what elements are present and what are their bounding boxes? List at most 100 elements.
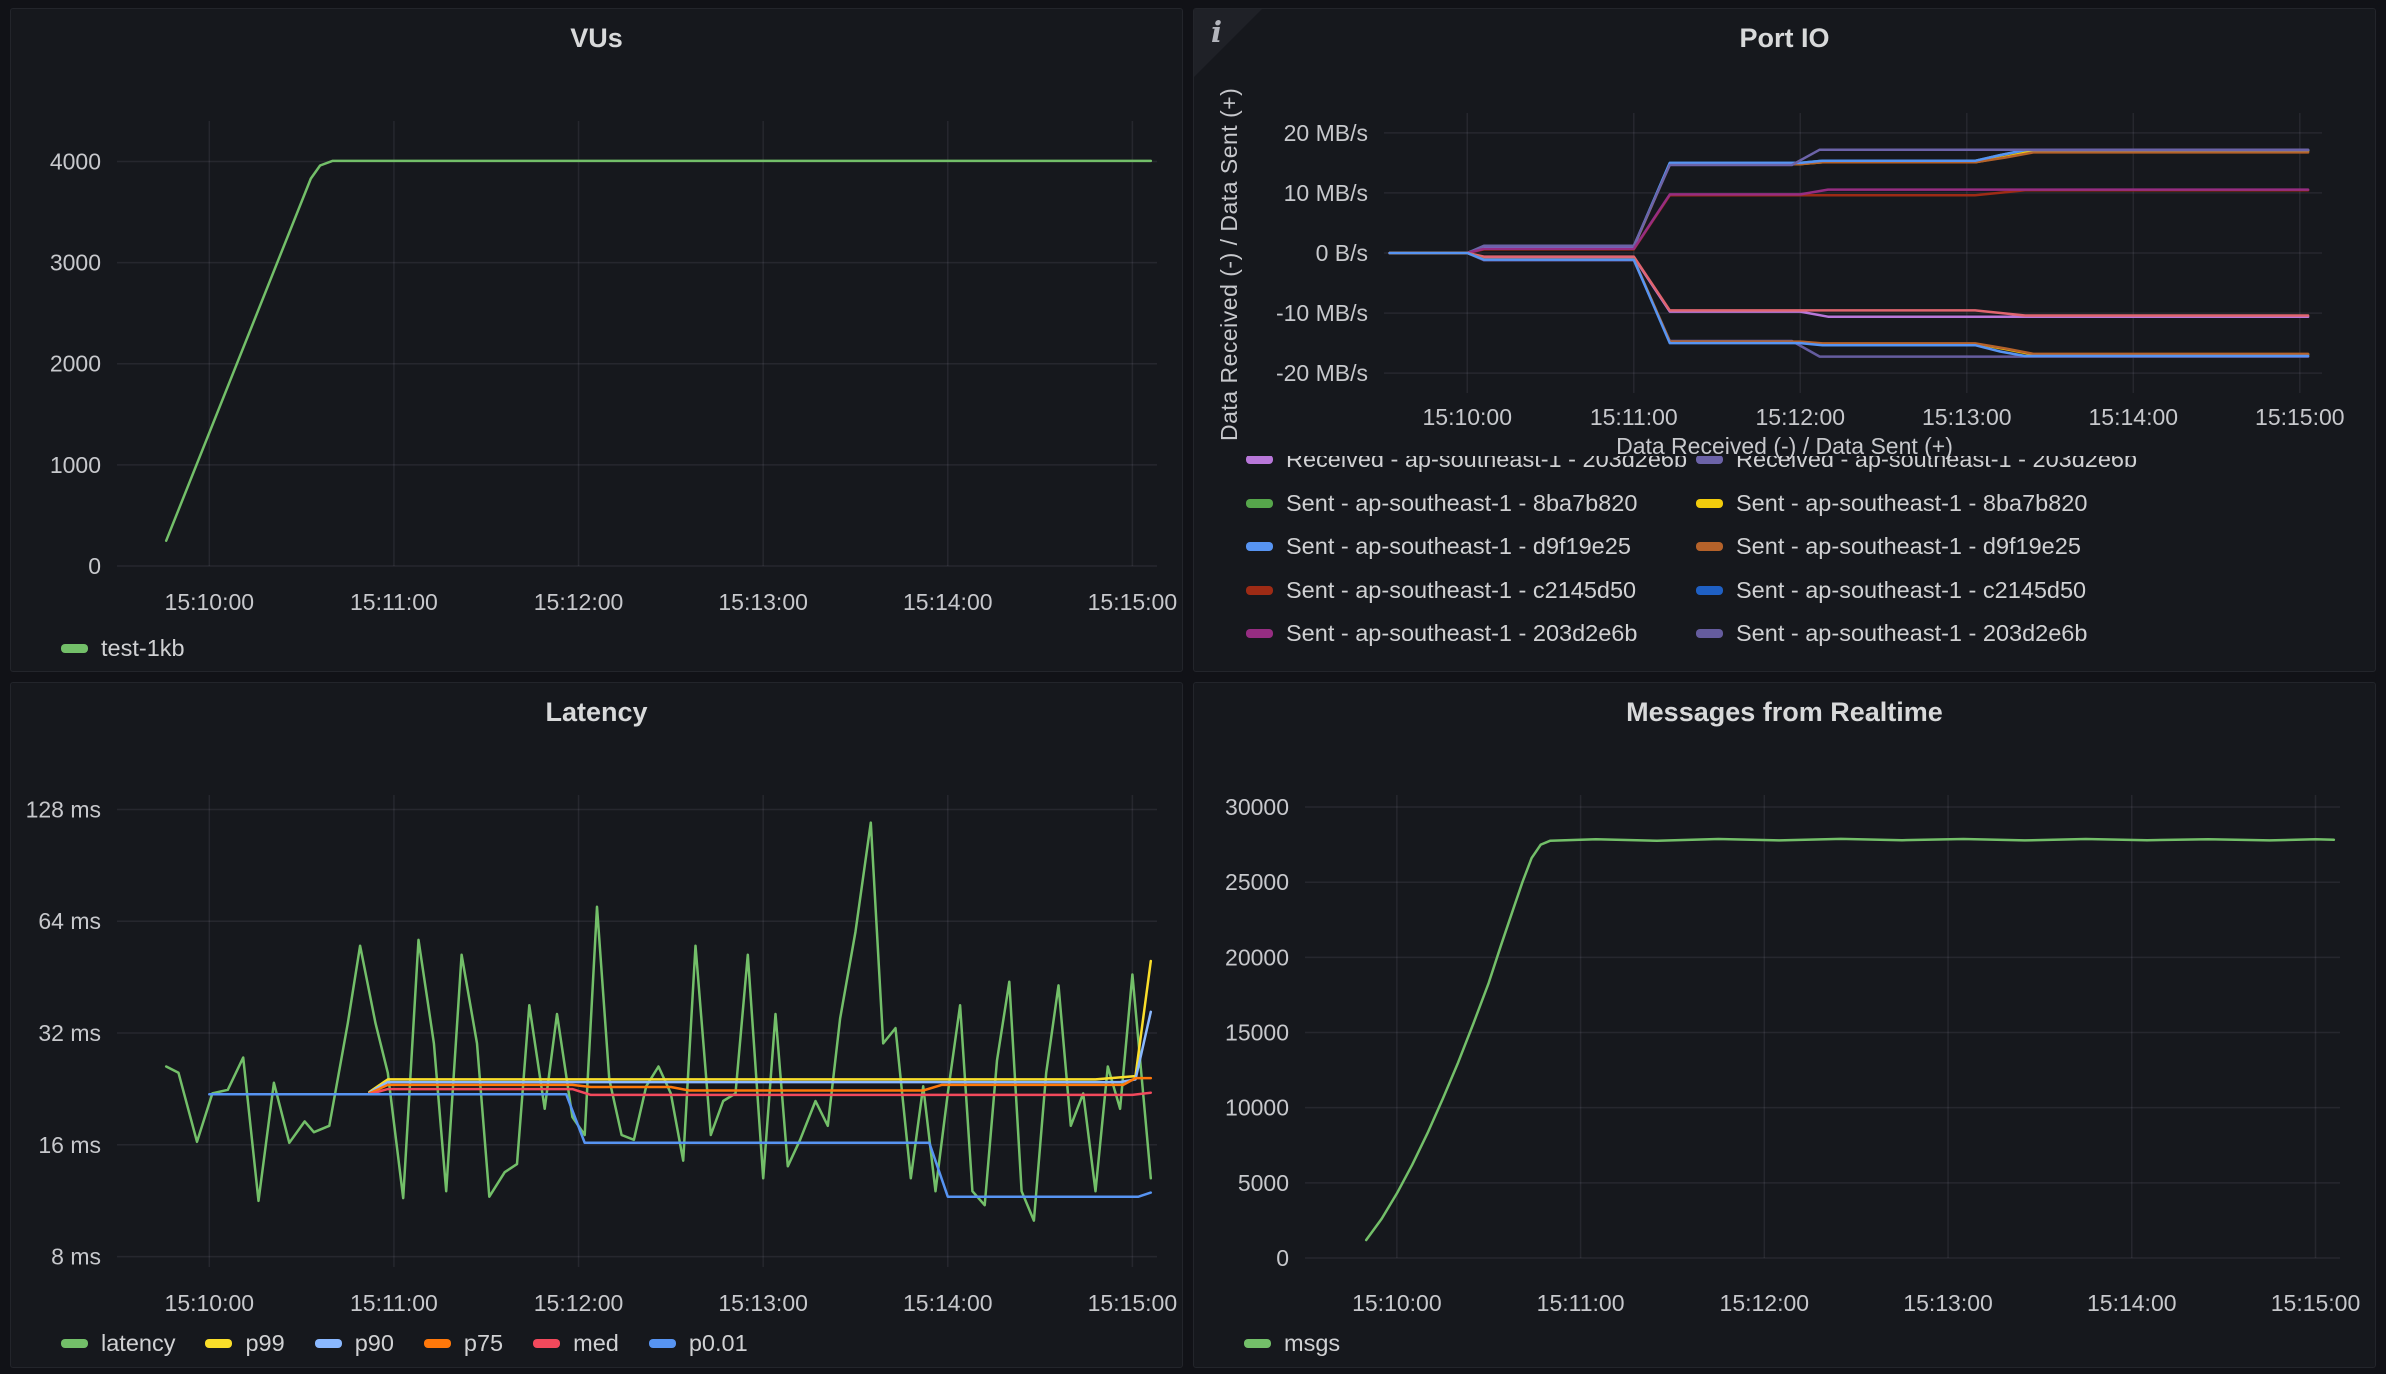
series-line-Sent - ap-southeast-1 - 203d2e6b xyxy=(1390,190,2309,253)
x-tick-label: 15:13:00 xyxy=(1903,1290,1993,1316)
series-line-Sent - ap-southeast-1 - d9f19e25 xyxy=(1390,152,2309,253)
series-line-Sent - ap-southeast-1 - c2145d50 xyxy=(1390,190,2309,253)
legend-item-Sent - ap-southeast-1 - d9f19e25[interactable]: Sent - ap-southeast-1 - d9f19e25 xyxy=(1696,533,2081,560)
legend-swatch xyxy=(315,1339,342,1348)
legend-item-Sent - ap-southeast-1 - 203d2e6b[interactable]: Sent - ap-southeast-1 - 203d2e6b xyxy=(1246,620,1637,647)
x-tick-label: 15:15:00 xyxy=(2271,1290,2361,1316)
legend-swatch xyxy=(61,1339,88,1348)
legend-item-Received - ap-southeast-1 - 203d2e6b[interactable]: Received - ap-southeast-1 - 203d2e6b xyxy=(1246,456,1687,473)
legend-swatch xyxy=(1696,629,1723,638)
series-line-Sent - ap-southeast-1 - 8ba7b820 xyxy=(1390,150,2309,253)
legend-label: Sent - ap-southeast-1 - c2145d50 xyxy=(1736,577,2086,604)
legend-label: Sent - ap-southeast-1 - 8ba7b820 xyxy=(1736,490,2087,517)
x-tick-label: 15:15:00 xyxy=(1088,1290,1178,1316)
x-tick-label: 15:15:00 xyxy=(2255,404,2345,430)
y-tick-label: 32 ms xyxy=(38,1020,101,1046)
x-tick-label: 15:14:00 xyxy=(2089,404,2179,430)
x-tick-label: 15:11:00 xyxy=(1537,1290,1625,1316)
legend-swatch xyxy=(61,644,88,653)
legend-item-msgs[interactable]: msgs xyxy=(1244,1330,1340,1357)
panel-messages: Messages from Realtime 05000100001500020… xyxy=(1193,682,2376,1368)
legend-label: p99 xyxy=(245,1330,284,1357)
legend-item-p75[interactable]: p75 xyxy=(424,1330,503,1357)
series-line-Sent - ap-southeast-1 - c2145d50 xyxy=(1390,150,2309,253)
x-tick-label: 15:11:00 xyxy=(350,1290,438,1316)
y-tick-label: 64 ms xyxy=(38,908,101,934)
legend-item-Sent - ap-southeast-1 - c2145d50[interactable]: Sent - ap-southeast-1 - c2145d50 xyxy=(1246,577,1636,604)
port-legend-row: Received - ap-southeast-1 - 203d2e6b Rece… xyxy=(1234,456,2361,478)
legend-swatch xyxy=(1244,1339,1271,1348)
legend-item-Sent - ap-southeast-1 - 8ba7b820[interactable]: Sent - ap-southeast-1 - 8ba7b820 xyxy=(1696,490,2087,517)
series-line-Sent - ap-southeast-1 - d9f19e25 xyxy=(1390,150,2309,253)
legend-label: Sent - ap-southeast-1 - 8ba7b820 xyxy=(1286,490,1637,517)
x-tick-label: 15:12:00 xyxy=(534,589,624,615)
legend-swatch xyxy=(1246,542,1273,551)
x-tick-label: 15:14:00 xyxy=(2087,1290,2177,1316)
y-tick-label: 0 xyxy=(1276,1245,1289,1271)
series-line-latency xyxy=(166,823,1151,1221)
y-tick-label: 128 ms xyxy=(26,796,101,822)
y-tick-label: 25000 xyxy=(1225,869,1289,895)
port-legend-row: Sent - ap-southeast-1 - 203d2e6b Sent - a… xyxy=(1234,620,2361,652)
series-line-Sent - ap-southeast-1 - d9f19e25 xyxy=(1390,253,2309,354)
y-tick-label: 20 MB/s xyxy=(1284,120,1368,146)
y-tick-label: 0 B/s xyxy=(1316,240,1368,266)
y-tick-label: 10000 xyxy=(1225,1095,1289,1121)
legend-label: p75 xyxy=(464,1330,503,1357)
series-line-Sent - ap-southeast-1 - 8ba7b820 xyxy=(1390,253,2309,355)
x-tick-label: 15:12:00 xyxy=(1756,404,1846,430)
x-tick-label: 15:11:00 xyxy=(1590,404,1678,430)
legend-item-latency[interactable]: latency xyxy=(61,1330,175,1357)
legend-item-p90[interactable]: p90 xyxy=(315,1330,394,1357)
y-tick-label: 1000 xyxy=(50,452,101,478)
series-line-Received - ap-southeast-1 - 203d2e6b xyxy=(1390,253,2309,357)
legend-swatch xyxy=(1696,542,1723,551)
legend-item-test-1kb[interactable]: test-1kb xyxy=(61,635,185,662)
series-line-Received - ap-southeast-1 - 203d2e6b xyxy=(1390,150,2309,253)
y-tick-label: 0 xyxy=(88,553,101,579)
messages-chart[interactable]: 05000100001500020000250003000015:10:0015… xyxy=(1194,683,2377,1369)
panel-vus: VUs 0100020003000400015:10:0015:11:0015:… xyxy=(10,8,1183,672)
y-tick-label: 4000 xyxy=(50,148,101,174)
legend-swatch xyxy=(1696,456,1723,464)
series-line-test-1kb xyxy=(166,161,1151,541)
y-tick-label: 16 ms xyxy=(38,1132,101,1158)
y-tick-label: 5000 xyxy=(1238,1170,1289,1196)
legend-item-Sent - ap-southeast-1 - c2145d50[interactable]: Sent - ap-southeast-1 - c2145d50 xyxy=(1696,577,2086,604)
messages-legend: msgs xyxy=(1244,1328,1340,1358)
legend-swatch xyxy=(424,1339,451,1348)
legend-item-Sent - ap-southeast-1 - 203d2e6b[interactable]: Sent - ap-southeast-1 - 203d2e6b xyxy=(1696,620,2087,647)
series-line-Received - ap-southeast-1 - 203d2e6b xyxy=(1390,253,2309,317)
legend-item-med[interactable]: med xyxy=(533,1330,619,1357)
legend-item-Received - ap-southeast-1 - 203d2e6b[interactable]: Received - ap-southeast-1 - 203d2e6b xyxy=(1696,456,2137,473)
legend-swatch xyxy=(1246,629,1273,638)
latency-chart[interactable]: 8 ms16 ms32 ms64 ms128 ms15:10:0015:11:0… xyxy=(11,683,1184,1369)
port-legend-row: Sent - ap-southeast-1 - c2145d50 Sent - a… xyxy=(1234,577,2361,609)
y-tick-label: 15000 xyxy=(1225,1020,1289,1046)
legend-swatch xyxy=(205,1339,232,1348)
series-line-Sent - ap-southeast-1 - 8ba7b820 xyxy=(1390,151,2309,253)
legend-label: Sent - ap-southeast-1 - 203d2e6b xyxy=(1736,620,2087,647)
y-tick-label: 2000 xyxy=(50,351,101,377)
legend-item-p99[interactable]: p99 xyxy=(205,1330,284,1357)
legend-label: latency xyxy=(101,1330,175,1357)
legend-label: Sent - ap-southeast-1 - d9f19e25 xyxy=(1286,533,1631,560)
y-tick-label: -10 MB/s xyxy=(1276,300,1368,326)
y-tick-label: -20 MB/s xyxy=(1276,360,1368,386)
legend-item-Sent - ap-southeast-1 - 8ba7b820[interactable]: Sent - ap-southeast-1 - 8ba7b820 xyxy=(1246,490,1637,517)
series-line-Sent - ap-southeast-1 - c2145d50 xyxy=(1390,253,2309,316)
x-tick-label: 15:13:00 xyxy=(718,589,808,615)
x-tick-label: 15:14:00 xyxy=(903,1290,993,1316)
y-tick-label: 30000 xyxy=(1225,794,1289,820)
x-tick-label: 15:15:00 xyxy=(1088,589,1178,615)
legend-label: Sent - ap-southeast-1 - d9f19e25 xyxy=(1736,533,2081,560)
legend-swatch xyxy=(533,1339,560,1348)
y-tick-label: 20000 xyxy=(1225,944,1289,970)
x-tick-label: 15:12:00 xyxy=(1720,1290,1810,1316)
legend-item-p0.01[interactable]: p0.01 xyxy=(649,1330,748,1357)
vus-chart[interactable]: 0100020003000400015:10:0015:11:0015:12:0… xyxy=(11,9,1184,673)
x-tick-label: 15:11:00 xyxy=(350,589,438,615)
latency-legend: latency p99 p90 p75 med p0.01 xyxy=(61,1328,748,1358)
legend-item-Sent - ap-southeast-1 - d9f19e25[interactable]: Sent - ap-southeast-1 - d9f19e25 xyxy=(1246,533,1631,560)
x-tick-label: 15:13:00 xyxy=(718,1290,808,1316)
